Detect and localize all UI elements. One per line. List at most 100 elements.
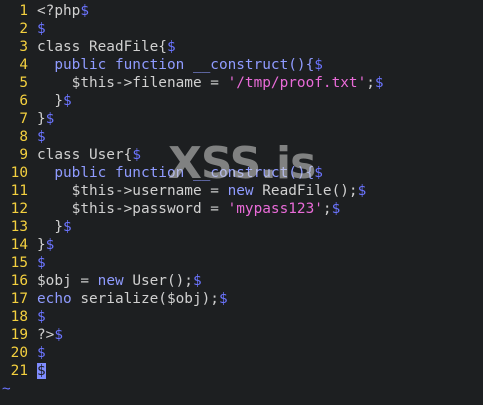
- line-code: $this->filename = '/tmp/proof.txt';$: [37, 74, 384, 92]
- line-number: 18: [10, 309, 28, 325]
- code-line[interactable]: 18 $: [0, 308, 483, 326]
- code-line[interactable]: 8 $: [0, 128, 483, 146]
- code-line[interactable]: 9 class User{$: [0, 146, 483, 164]
- code-line[interactable]: 2 $: [0, 20, 483, 38]
- code-token: User();: [123, 273, 193, 289]
- code-line[interactable]: 15 $: [0, 254, 483, 272]
- line-number: 14: [10, 237, 28, 253]
- line-number: 13: [10, 219, 28, 235]
- code-line[interactable]: 7}$: [0, 110, 483, 128]
- end-of-line-marker: $: [218, 291, 228, 307]
- code-token: echo: [37, 291, 72, 307]
- line-number: 6: [19, 93, 28, 109]
- line-number: 21: [10, 363, 28, 379]
- code-line[interactable]: 11 $this->username = new ReadFile();$: [0, 182, 483, 200]
- line-number: 5: [19, 75, 28, 91]
- code-line[interactable]: 3 class ReadFile{$: [0, 38, 483, 56]
- code-token: }: [37, 237, 46, 253]
- code-token: ;: [366, 75, 375, 91]
- line-code: $: [37, 254, 46, 272]
- line-number: 8: [19, 129, 28, 145]
- end-of-line-marker: $: [45, 111, 55, 127]
- line-number: 1: [19, 3, 28, 19]
- code-token: $this->password =: [37, 201, 228, 217]
- code-token: new: [227, 183, 254, 199]
- line-code: $this->username = new ReadFile();$: [37, 182, 367, 200]
- line-code: $obj = new User();$: [37, 272, 202, 290]
- end-of-line-marker: $: [37, 255, 46, 271]
- line-number: 10: [10, 165, 28, 181]
- code-line[interactable]: 16 $obj = new User();$: [0, 272, 483, 290]
- line-number: 12: [10, 201, 28, 217]
- line-code: }$: [37, 110, 54, 128]
- line-code: $: [37, 344, 46, 362]
- line-code: $this->password = 'mypass123';$: [37, 200, 341, 218]
- end-of-line-marker: $: [192, 273, 202, 289]
- end-of-line-marker: $: [37, 21, 46, 37]
- line-number: 16: [10, 273, 28, 289]
- line-code: $: [37, 20, 46, 38]
- end-of-line-marker: $: [37, 129, 46, 145]
- code-line[interactable]: 21 $: [0, 362, 483, 380]
- code-token: class User{: [37, 147, 133, 163]
- code-line[interactable]: 13 }$: [0, 218, 483, 236]
- code-line[interactable]: 1 <?php$: [0, 2, 483, 20]
- code-token: ;: [322, 201, 332, 217]
- end-of-line-marker: $: [314, 165, 323, 181]
- code-line[interactable]: 4 public function __construct(){$: [0, 56, 483, 74]
- line-number: 2: [19, 21, 28, 37]
- code-editor[interactable]: 1 <?php$ 2 $3 class ReadFile{$ 4 public funct…: [0, 0, 483, 405]
- code-token: }: [37, 93, 63, 109]
- code-token: $this->filename =: [37, 75, 228, 91]
- code-line[interactable]: 5 $this->filename = '/tmp/proof.txt';$: [0, 74, 483, 92]
- code-token: class ReadFile{: [37, 39, 167, 55]
- code-line[interactable]: 20 $: [0, 344, 483, 362]
- code-line[interactable]: 10 public function __construct(){$: [0, 164, 483, 182]
- line-number: 20: [10, 345, 28, 361]
- line-code: }$: [37, 236, 54, 254]
- line-code: echo serialize($obj);$: [37, 290, 228, 308]
- line-code: }$: [37, 92, 72, 110]
- code-token: }: [37, 219, 63, 235]
- line-code: <?php$: [37, 2, 89, 20]
- end-of-line-marker: $: [45, 237, 55, 253]
- line-code: ?>$: [37, 326, 63, 344]
- code-token: }: [37, 111, 46, 127]
- code-token: '/tmp/proof.txt': [227, 75, 367, 91]
- end-of-line-marker: $: [166, 39, 176, 55]
- end-of-line-marker: $: [331, 201, 341, 217]
- end-of-line-marker: $: [314, 57, 323, 73]
- code-token: new: [97, 273, 124, 289]
- code-token: $this->username =: [37, 183, 228, 199]
- code-token: ReadFile();: [253, 183, 358, 199]
- code-token: <?php: [37, 3, 81, 19]
- line-number: 11: [10, 183, 28, 199]
- line-code: public function __construct(){$: [37, 164, 323, 182]
- line-number: 7: [19, 111, 28, 127]
- line-number: 4: [19, 57, 28, 73]
- line-code: }$: [37, 218, 71, 236]
- empty-buffer-tilde: ~: [2, 381, 11, 397]
- line-number: 15: [10, 255, 28, 271]
- end-of-line-marker: $: [132, 147, 141, 163]
- code-line[interactable]: 17 echo serialize($obj);$: [0, 290, 483, 308]
- end-of-line-marker: $: [37, 309, 46, 325]
- line-code: public function __construct(){$: [37, 56, 323, 74]
- end-of-line-marker: $: [54, 327, 63, 343]
- end-of-line-marker: $: [37, 345, 46, 361]
- code-token: 'mypass123': [227, 201, 323, 217]
- text-cursor: $: [37, 363, 46, 379]
- code-line[interactable]: 19 ?>$: [0, 326, 483, 344]
- code-line[interactable]: 12 $this->password = 'mypass123';$: [0, 200, 483, 218]
- line-code: $: [37, 308, 46, 326]
- code-line[interactable]: 6 }$: [0, 92, 483, 110]
- code-token: public function __construct(){: [54, 57, 315, 73]
- code-line[interactable]: 14}$: [0, 236, 483, 254]
- line-code: class ReadFile{$: [37, 38, 176, 56]
- end-of-line-marker: $: [63, 93, 72, 109]
- code-token: ?>: [37, 327, 55, 343]
- line-code: $: [37, 362, 46, 380]
- line-code: class User{$: [37, 146, 141, 164]
- code-token: public function __construct(){: [54, 165, 315, 181]
